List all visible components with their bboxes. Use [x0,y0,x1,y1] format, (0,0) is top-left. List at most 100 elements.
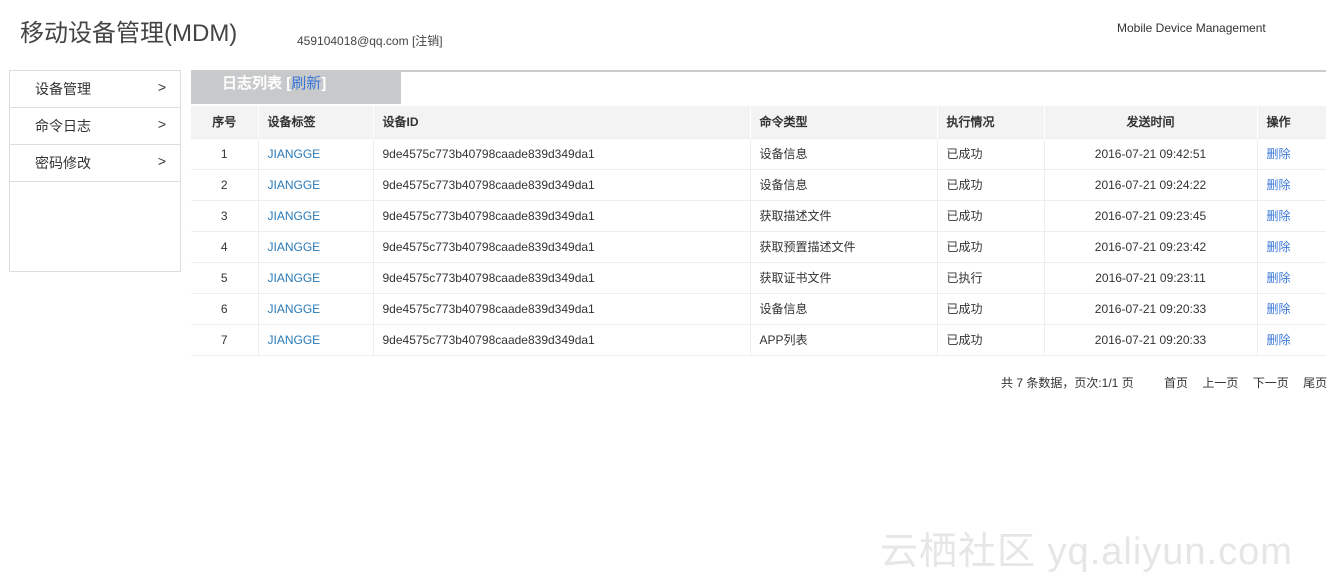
delete-link[interactable]: 删除 [1267,209,1291,223]
action-cell: 删除 [1257,137,1326,169]
exec-status: 已成功 [937,323,1045,356]
command-type: 设备信息 [750,292,938,324]
table-row: 6 JIANGGE 9de4575c773b40798caade839d349da1… [191,292,1326,324]
first-page-link[interactable]: 首页 [1164,376,1188,390]
user-email: 459104018@qq.com [297,34,409,48]
action-cell: 删除 [1257,168,1326,200]
device-tag-cell: JIANGGE [258,261,374,293]
pagination-summary: 共 7 条数据，页次:1/1 页 [1001,376,1134,390]
command-type: APP列表 [750,323,938,356]
device-id: 9de4575c773b40798caade839d349da1 [373,292,751,324]
col-header-device-id: 设备ID [373,106,751,138]
col-header-no: 序号 [191,106,259,138]
send-time: 2016-07-21 09:20:33 [1044,323,1258,356]
sidebar-item-device-management[interactable]: 设备管理 > [10,71,180,108]
table-row: 3 JIANGGE 9de4575c773b40798caade839d349da1… [191,199,1326,231]
row-no: 7 [191,323,259,356]
table-row: 4 JIANGGE 9de4575c773b40798caade839d349da1… [191,230,1326,262]
action-cell: 删除 [1257,230,1326,262]
action-cell: 删除 [1257,292,1326,324]
user-info: 459104018@qq.com [注销] [297,32,443,49]
exec-status: 已成功 [937,199,1045,231]
sidebar: 设备管理 > 命令日志 > 密码修改 > [9,70,181,272]
row-no: 5 [191,261,259,293]
device-tag-link[interactable]: JIANGGE [268,209,321,223]
command-type: 获取描述文件 [750,199,938,231]
sidebar-item-command-log[interactable]: 命令日志 > [10,108,180,145]
next-page-link[interactable]: 下一页 [1253,376,1289,390]
app-subtitle: Mobile Device Management [1117,21,1266,35]
exec-status: 已成功 [937,168,1045,200]
device-id: 9de4575c773b40798caade839d349da1 [373,199,751,231]
device-tag-cell: JIANGGE [258,230,374,262]
delete-link[interactable]: 删除 [1267,240,1291,254]
send-time: 2016-07-21 09:23:42 [1044,230,1258,262]
device-tag-link[interactable]: JIANGGE [268,333,321,347]
device-tag-cell: JIANGGE [258,199,374,231]
action-cell: 删除 [1257,323,1326,356]
delete-link[interactable]: 删除 [1267,178,1291,192]
last-page-link[interactable]: 尾页 [1303,376,1327,390]
table-row: 5 JIANGGE 9de4575c773b40798caade839d349da1… [191,261,1326,293]
send-time: 2016-07-21 09:23:11 [1044,261,1258,293]
sidebar-item-password-change[interactable]: 密码修改 > [10,145,180,182]
col-header-action: 操作 [1257,106,1326,138]
exec-status: 已成功 [937,137,1045,169]
table-row: 2 JIANGGE 9de4575c773b40798caade839d349da1… [191,168,1326,200]
row-no: 2 [191,168,259,200]
send-time: 2016-07-21 09:24:22 [1044,168,1258,200]
chevron-right-icon: > [157,153,166,169]
device-id: 9de4575c773b40798caade839d349da1 [373,230,751,262]
prev-page-link[interactable]: 上一页 [1202,376,1238,390]
table-row: 7 JIANGGE 9de4575c773b40798caade839d349da1… [191,323,1326,356]
delete-link[interactable]: 删除 [1267,333,1291,347]
device-tag-link[interactable]: JIANGGE [268,240,321,254]
col-header-tag: 设备标签 [258,106,374,138]
panel-title: 日志列表 [刷新] [191,72,401,104]
col-header-command: 命令类型 [750,106,938,138]
sidebar-item-label: 设备管理 [35,81,91,97]
col-header-status: 执行情况 [937,106,1045,138]
action-cell: 删除 [1257,261,1326,293]
bracket: ] [321,75,327,92]
table-row: 1 JIANGGE 9de4575c773b40798caade839d349da1… [191,137,1326,169]
row-no: 4 [191,230,259,262]
device-id: 9de4575c773b40798caade839d349da1 [373,323,751,356]
sidebar-item-label: 命令日志 [35,118,91,134]
device-tag-cell: JIANGGE [258,137,374,169]
send-time: 2016-07-21 09:20:33 [1044,292,1258,324]
device-tag-cell: JIANGGE [258,323,374,356]
send-time: 2016-07-21 09:42:51 [1044,137,1258,169]
chevron-right-icon: > [157,116,166,132]
row-no: 1 [191,137,259,169]
device-tag-cell: JIANGGE [258,168,374,200]
logout-link[interactable]: [注销] [412,34,443,48]
row-no: 6 [191,292,259,324]
exec-status: 已执行 [937,261,1045,293]
device-tag-cell: JIANGGE [258,292,374,324]
exec-status: 已成功 [937,292,1045,324]
device-tag-link[interactable]: JIANGGE [268,147,321,161]
command-type: 获取预置描述文件 [750,230,938,262]
action-cell: 删除 [1257,199,1326,231]
delete-link[interactable]: 删除 [1267,302,1291,316]
row-no: 3 [191,199,259,231]
command-type: 获取证书文件 [750,261,938,293]
exec-status: 已成功 [937,230,1045,262]
panel-title-text: 日志列表 [222,75,283,92]
device-tag-link[interactable]: JIANGGE [268,271,321,285]
device-tag-link[interactable]: JIANGGE [268,178,321,192]
pagination: 共 7 条数据，页次:1/1 页 首页 上一页 下一页 尾页 [1001,374,1329,391]
sidebar-item-label: 密码修改 [35,155,91,171]
delete-link[interactable]: 删除 [1267,147,1291,161]
delete-link[interactable]: 删除 [1267,271,1291,285]
device-id: 9de4575c773b40798caade839d349da1 [373,261,751,293]
app-title: 移动设备管理(MDM) [20,20,238,47]
col-header-time: 发送时间 [1044,106,1258,138]
device-tag-link[interactable]: JIANGGE [268,302,321,316]
device-id: 9de4575c773b40798caade839d349da1 [373,137,751,169]
command-type: 设备信息 [750,137,938,169]
command-type: 设备信息 [750,168,938,200]
chevron-right-icon: > [157,79,166,95]
refresh-link[interactable]: 刷新 [291,75,321,92]
